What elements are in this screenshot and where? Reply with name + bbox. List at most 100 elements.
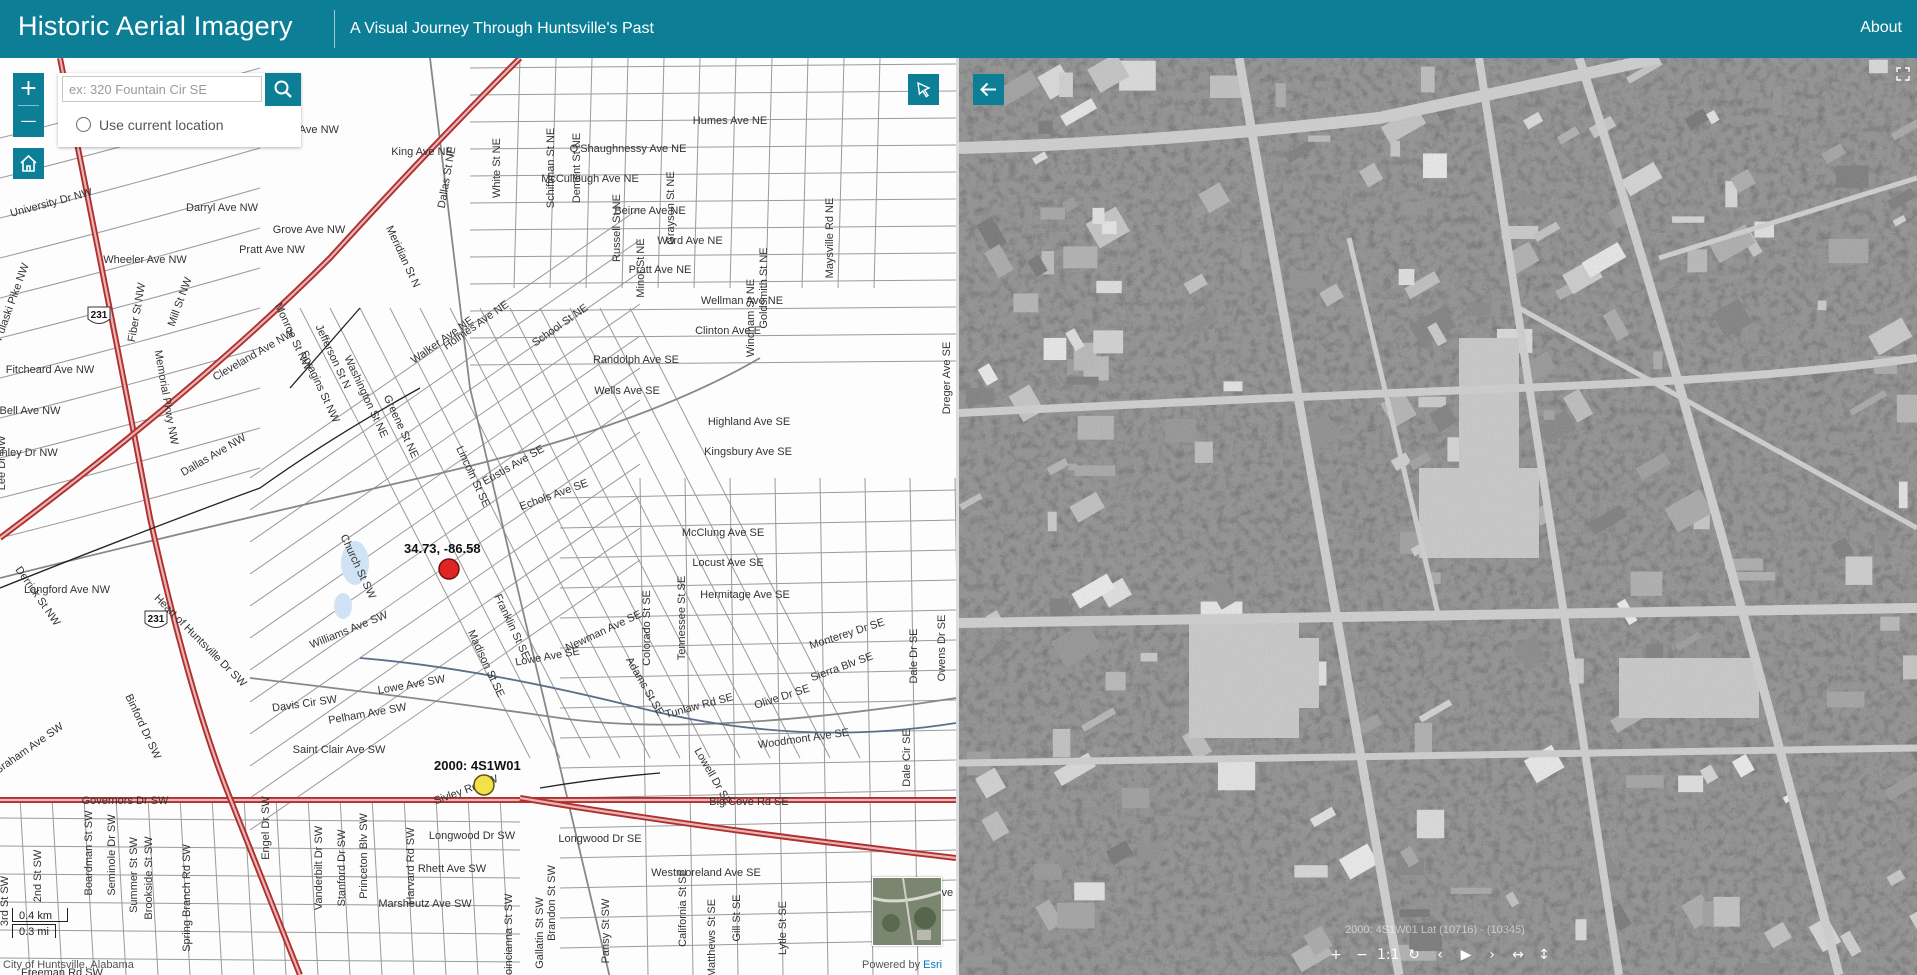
- street-label: Darryl Ave NW: [186, 202, 259, 214]
- back-button[interactable]: [973, 74, 1004, 105]
- street-line: [469, 63, 956, 69]
- street-label: Rhett Ave SW: [418, 863, 487, 875]
- street-label: Maysville Rd NE: [824, 198, 836, 279]
- basemap-toggle-thumbnail[interactable]: [872, 877, 942, 946]
- street-label: Brookside St SW: [143, 836, 155, 920]
- street-line: [639, 477, 649, 975]
- use-location-label: Use current location: [99, 117, 224, 133]
- coordinate-label: 34.73, -86.58: [404, 541, 481, 556]
- street-line: [249, 559, 641, 831]
- street-label: Longwood Dr SW: [429, 830, 516, 842]
- street-line: [469, 90, 956, 96]
- street-label: White St NE: [491, 138, 503, 198]
- street-line: [469, 144, 956, 150]
- street-label: Princeton Blv SW: [358, 813, 370, 899]
- actual-size-icon[interactable]: 1:1: [1377, 944, 1400, 966]
- street-label: Lytle St SE: [777, 901, 789, 955]
- street-line: [275, 797, 287, 975]
- street-line: [249, 495, 641, 767]
- street-label: Vanderbilt Dr SW: [313, 825, 325, 910]
- street-label: Kingsbury Ave SE: [704, 446, 792, 458]
- street-line: [479, 307, 711, 759]
- street-line: [559, 489, 956, 499]
- street-label: University Dr NW: [9, 186, 94, 220]
- next-icon[interactable]: ›: [1481, 944, 1503, 966]
- rotate-icon[interactable]: ↻: [1403, 944, 1425, 966]
- street-label: Longwood Dr SE: [558, 833, 641, 845]
- map-attribution: City of Huntsville, Alabama: [3, 959, 134, 971]
- street-label: Fiber St NW: [126, 281, 148, 343]
- flip-horizontal-icon[interactable]: ↔: [1507, 944, 1529, 966]
- route-shield-label: 231: [91, 310, 108, 321]
- street-label: Randolph Ave SE: [593, 354, 679, 366]
- street-map[interactable]: Humes Ave NE O'Shaughnessy Ave NE McCullou…: [0, 58, 956, 975]
- play-icon[interactable]: ▶: [1455, 944, 1477, 966]
- street-label: Wellman Ave NE: [701, 295, 783, 307]
- street-map-canvas: Humes Ave NEO'Shaughnessy Ave NEMcCullou…: [0, 58, 956, 975]
- street-label: Westmoreland Ave SE: [651, 867, 761, 879]
- street-label: Pratt Ave NW: [239, 244, 305, 256]
- header-divider: [334, 10, 335, 48]
- select-tool-button[interactable]: [908, 74, 939, 105]
- street-label: O'Shaughnessy Ave NE: [570, 143, 687, 155]
- street-label: Meridian St N: [383, 224, 422, 290]
- search-icon: [274, 80, 292, 98]
- zoom-controls: + —: [13, 73, 44, 137]
- flip-vertical-icon[interactable]: ↕: [1533, 944, 1555, 966]
- search-input[interactable]: [62, 76, 262, 102]
- street-label: Fitcheard Ave NW: [6, 364, 95, 376]
- previous-icon[interactable]: ‹: [1429, 944, 1451, 966]
- zoom-in-icon[interactable]: +: [1325, 944, 1347, 966]
- major-road: [359, 657, 956, 734]
- street-line: [469, 279, 956, 285]
- street-label: Lee Dr NW: [0, 435, 8, 490]
- street-label: Heart of Huntsville Dr SW: [152, 592, 250, 690]
- use-current-location[interactable]: Use current location: [76, 117, 224, 133]
- street-label: Seminole Dr SW: [106, 814, 118, 896]
- street-label: Russell St NE: [611, 194, 623, 262]
- street-label: Lowe Ave SW: [377, 673, 447, 697]
- fullscreen-icon: [1896, 67, 1910, 81]
- search-button[interactable]: [265, 73, 301, 106]
- street-label: Olive Dr SE: [753, 683, 811, 712]
- street-label: Minor St NE: [635, 238, 647, 297]
- street-label: Tennessee St SE: [676, 576, 688, 660]
- fullscreen-button[interactable]: [1895, 66, 1911, 82]
- street-label: Engel Dr SW: [260, 796, 272, 860]
- street-line: [19, 797, 31, 975]
- select-cursor-icon: [917, 81, 931, 98]
- street-label: Matthews St SE: [706, 899, 718, 975]
- street-label: Hermitage Ave SE: [700, 589, 790, 601]
- aerial-thumbnail: [873, 878, 941, 945]
- aerial-image-id: 2000: 4S1W01 Lat (10716) - (10345): [1345, 924, 1525, 936]
- street-label: Sierra Blv SE: [809, 650, 875, 684]
- scale-mi: 0.3 mi: [12, 924, 56, 938]
- esri-link[interactable]: Esri: [923, 959, 942, 971]
- street-label: 3rd St SW: [0, 875, 11, 926]
- zoom-in-button[interactable]: +: [13, 73, 44, 104]
- street-line: [467, 797, 479, 975]
- street-label: Highland Ave SE: [708, 416, 790, 428]
- street-line: [774, 477, 784, 975]
- street-label: Stanford Dr SW: [336, 829, 348, 907]
- street-label: Dement St NE: [571, 133, 583, 203]
- street-label: Pansy St SW: [600, 898, 612, 963]
- street-label: Summer St SW: [128, 836, 140, 912]
- street-label: Dale Dr SE: [908, 628, 920, 683]
- street-label: Madison St SE: [465, 628, 507, 699]
- street-label: Schiffman St NE: [545, 128, 557, 209]
- zoom-out-button[interactable]: —: [13, 105, 44, 136]
- about-link[interactable]: About: [1860, 19, 1902, 37]
- route-shield-label: 231: [148, 614, 165, 625]
- street-label: Bell Ave NW: [0, 405, 61, 417]
- street-label: Braham Ave SW: [0, 720, 66, 776]
- street-line: [211, 797, 223, 975]
- street-line: [469, 198, 956, 204]
- street-line: [559, 759, 956, 769]
- street-label: Saint Clair Ave SW: [293, 744, 386, 756]
- aerial-photo: [959, 58, 1917, 975]
- aerial-photo-viewer[interactable]: [959, 58, 1917, 975]
- street-line: [559, 639, 956, 649]
- home-button[interactable]: [13, 148, 44, 179]
- zoom-out-icon[interactable]: −: [1351, 944, 1373, 966]
